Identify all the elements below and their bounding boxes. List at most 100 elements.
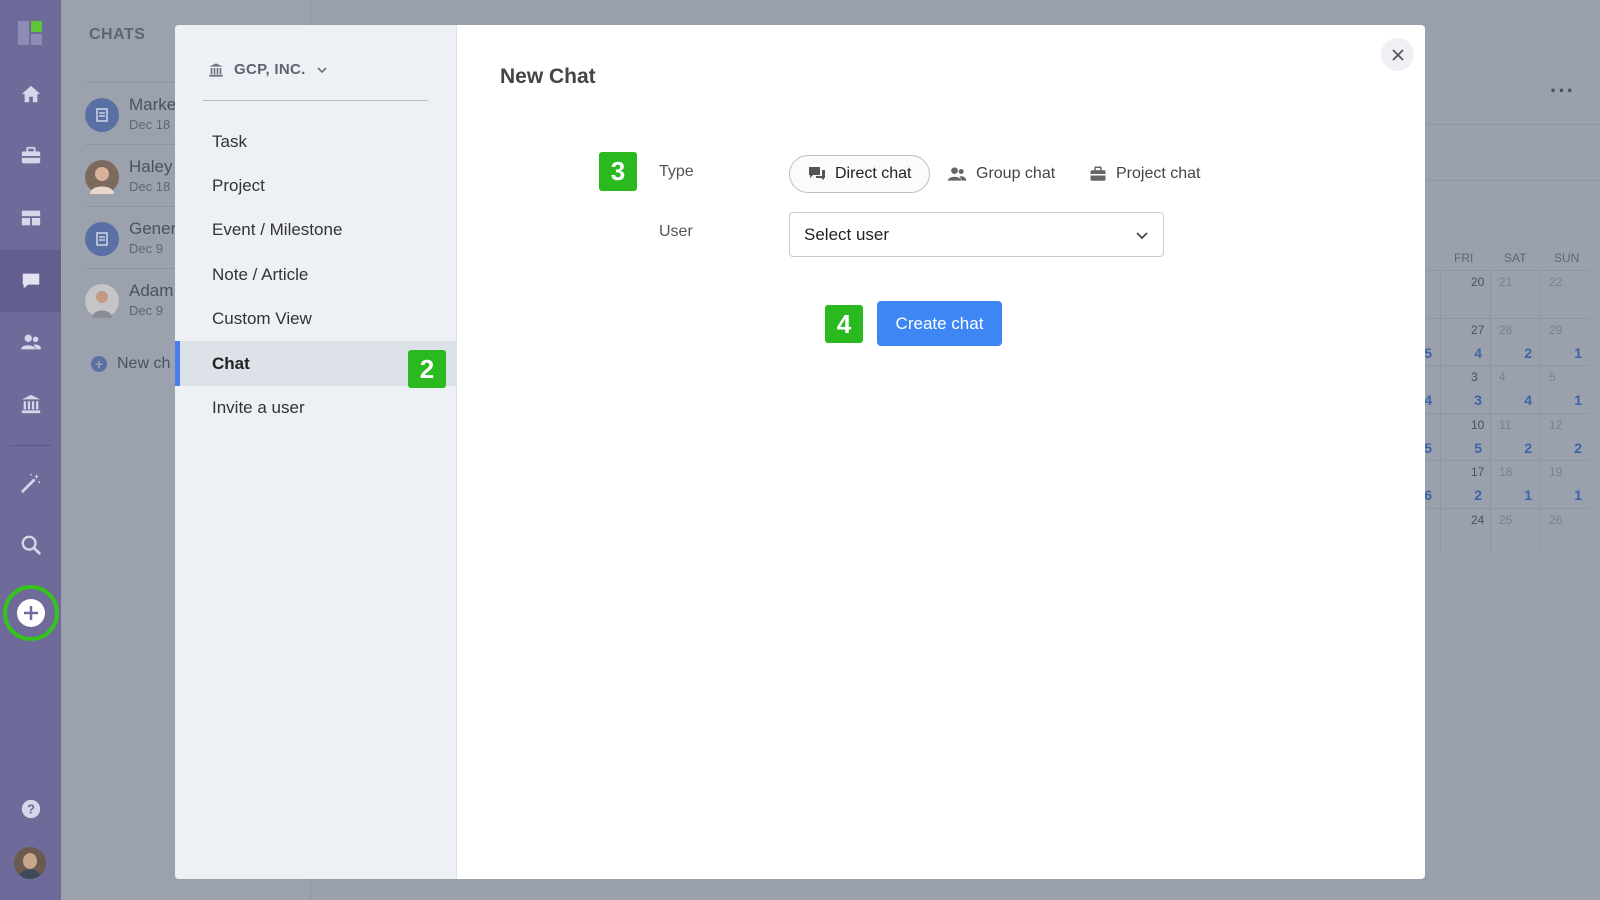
calendar-cell[interactable]: 27 4 [1440,317,1490,365]
calendar-event-count: 2 [1574,439,1582,456]
chat-name: Gener [129,219,177,238]
home-icon[interactable] [0,74,61,114]
calendar-day-number: 12 [1549,417,1563,432]
modal-title: New Chat [500,65,596,88]
organization-selector[interactable]: GCP, INC. [208,61,328,78]
calendar-day-number: 26 [1549,512,1563,527]
calendar-day-number: 17 [1471,465,1485,479]
calendar-day-number: 20 [1471,275,1485,289]
calendar-cell[interactable]: 20 [1440,270,1490,317]
calendar-cell[interactable]: 28 2 [1490,317,1540,365]
calendar-cell[interactable]: 51 [1540,365,1590,412]
rail-divider [10,445,51,446]
calendar-day-number: 5 [1549,370,1556,384]
calendar-event-count: 4 [1474,344,1482,361]
calendar-event-count: 5 [1424,344,1432,361]
menu-item-invite-user[interactable]: Invite a user [175,385,457,430]
new-chat-link[interactable]: + New ch [91,355,170,373]
calendar-day-header: FRI [1454,251,1474,265]
menu-item-custom-view[interactable]: Custom View [175,296,457,341]
chat-name: Adam [129,281,174,300]
type-direct-chat[interactable]: Direct chat [789,155,931,193]
calendar-cell[interactable]: 44 [1490,365,1540,412]
chat-date: Dec 9 [129,303,163,318]
step-badge-2: 2 [408,350,446,388]
calendar-cell[interactable]: 29 1 [1540,317,1590,365]
calendar-event-count: 3 [1474,392,1482,408]
calendar-event-count: 2 [1524,439,1532,456]
menu-item-project[interactable]: Project [175,163,457,208]
chat-date: Dec 18 [129,179,171,194]
calendar-event-count: 1 [1574,344,1582,361]
search-icon[interactable] [0,525,61,565]
avatar [85,284,119,318]
calendar-day-number: 18 [1499,465,1513,479]
calendar-cell[interactable]: 18 1 [1490,460,1540,507]
chat-bubbles-icon [809,167,825,180]
create-chat-button[interactable]: Create chat [877,301,1002,346]
calendar-cell[interactable]: 11 2 [1490,412,1540,460]
calendar-event-count: 1 [1524,487,1532,503]
dashboard-icon[interactable] [0,198,61,238]
type-project-chat[interactable]: Project chat [1071,155,1218,193]
calendar-cell[interactable]: 19 1 [1540,460,1590,507]
create-new-button[interactable] [3,585,59,641]
calendar-cell[interactable]: 26 [1540,507,1590,555]
people-icon [947,167,967,181]
calendar-day-number: 24 [1471,512,1485,527]
divider [1400,180,1600,181]
plus-circle-icon: + [91,356,107,372]
new-chat-label: New ch [117,355,171,372]
avatar [85,160,119,194]
chat-name: Haley [129,157,173,176]
close-button[interactable] [1381,38,1414,71]
calendar-event-count: 2 [1524,344,1532,361]
people-icon[interactable] [0,322,61,362]
menu-item-event-milestone[interactable]: Event / Milestone [175,207,457,252]
calendar-day-header: SAT [1504,251,1527,265]
calendar-event-count: 4 [1424,392,1432,408]
chevron-down-icon [1136,231,1148,239]
calendar-cell[interactable]: 10 5 [1440,412,1490,460]
calendar-cell[interactable]: 33 [1440,365,1490,412]
document-icon [85,222,119,256]
calendar-cell[interactable]: 21 [1490,270,1540,317]
type-option-label: Group chat [976,165,1056,182]
user-select[interactable]: Select user [789,212,1164,257]
calendar-event-count: 4 [1524,392,1532,408]
calendar-event-count: 1 [1574,487,1582,503]
calendar-cell[interactable]: 17 2 [1440,460,1490,507]
bank-icon [209,62,223,77]
calendar-day-number: 21 [1499,275,1513,289]
calendar-day-number: 22 [1549,275,1563,289]
type-label: Type [659,163,694,180]
calendar-cell[interactable]: 12 2 [1540,412,1590,460]
magic-wand-icon[interactable] [0,463,61,503]
calendar-cell[interactable]: 24 [1440,507,1490,555]
calendar-day-number: 19 [1549,465,1563,479]
calendar-cell[interactable]: 22 [1540,270,1590,317]
menu-item-task[interactable]: Task [175,119,457,164]
menu-item-note-article[interactable]: Note / Article [175,252,457,297]
user-select-value: Select user [804,224,890,244]
calendar-day-number: 11 [1499,417,1512,432]
chat-name: Marke [129,95,177,114]
chat-date: Dec 18 [129,117,171,132]
calendar-day-number: 3 [1471,370,1478,384]
logo-icon[interactable] [18,21,42,45]
document-icon [85,98,119,132]
bank-icon[interactable] [0,384,61,424]
calendar-event-count: 5 [1474,439,1482,456]
user-label: User [659,223,693,240]
modal-sidebar: GCP, INC. Task Project Event / Milestone… [175,25,457,879]
more-options-icon[interactable]: ··· [1550,78,1575,104]
help-icon[interactable]: ? [0,789,61,829]
calendar-cell[interactable]: 25 [1490,507,1540,555]
briefcase-icon[interactable] [0,136,61,176]
chat-icon[interactable] [0,261,61,301]
user-avatar[interactable] [14,847,46,879]
chats-title: CHATS [89,26,146,43]
type-group-chat[interactable]: Group chat [929,155,1073,193]
calendar-event-count: 5 [1424,439,1432,456]
chat-date: Dec 9 [129,241,163,256]
